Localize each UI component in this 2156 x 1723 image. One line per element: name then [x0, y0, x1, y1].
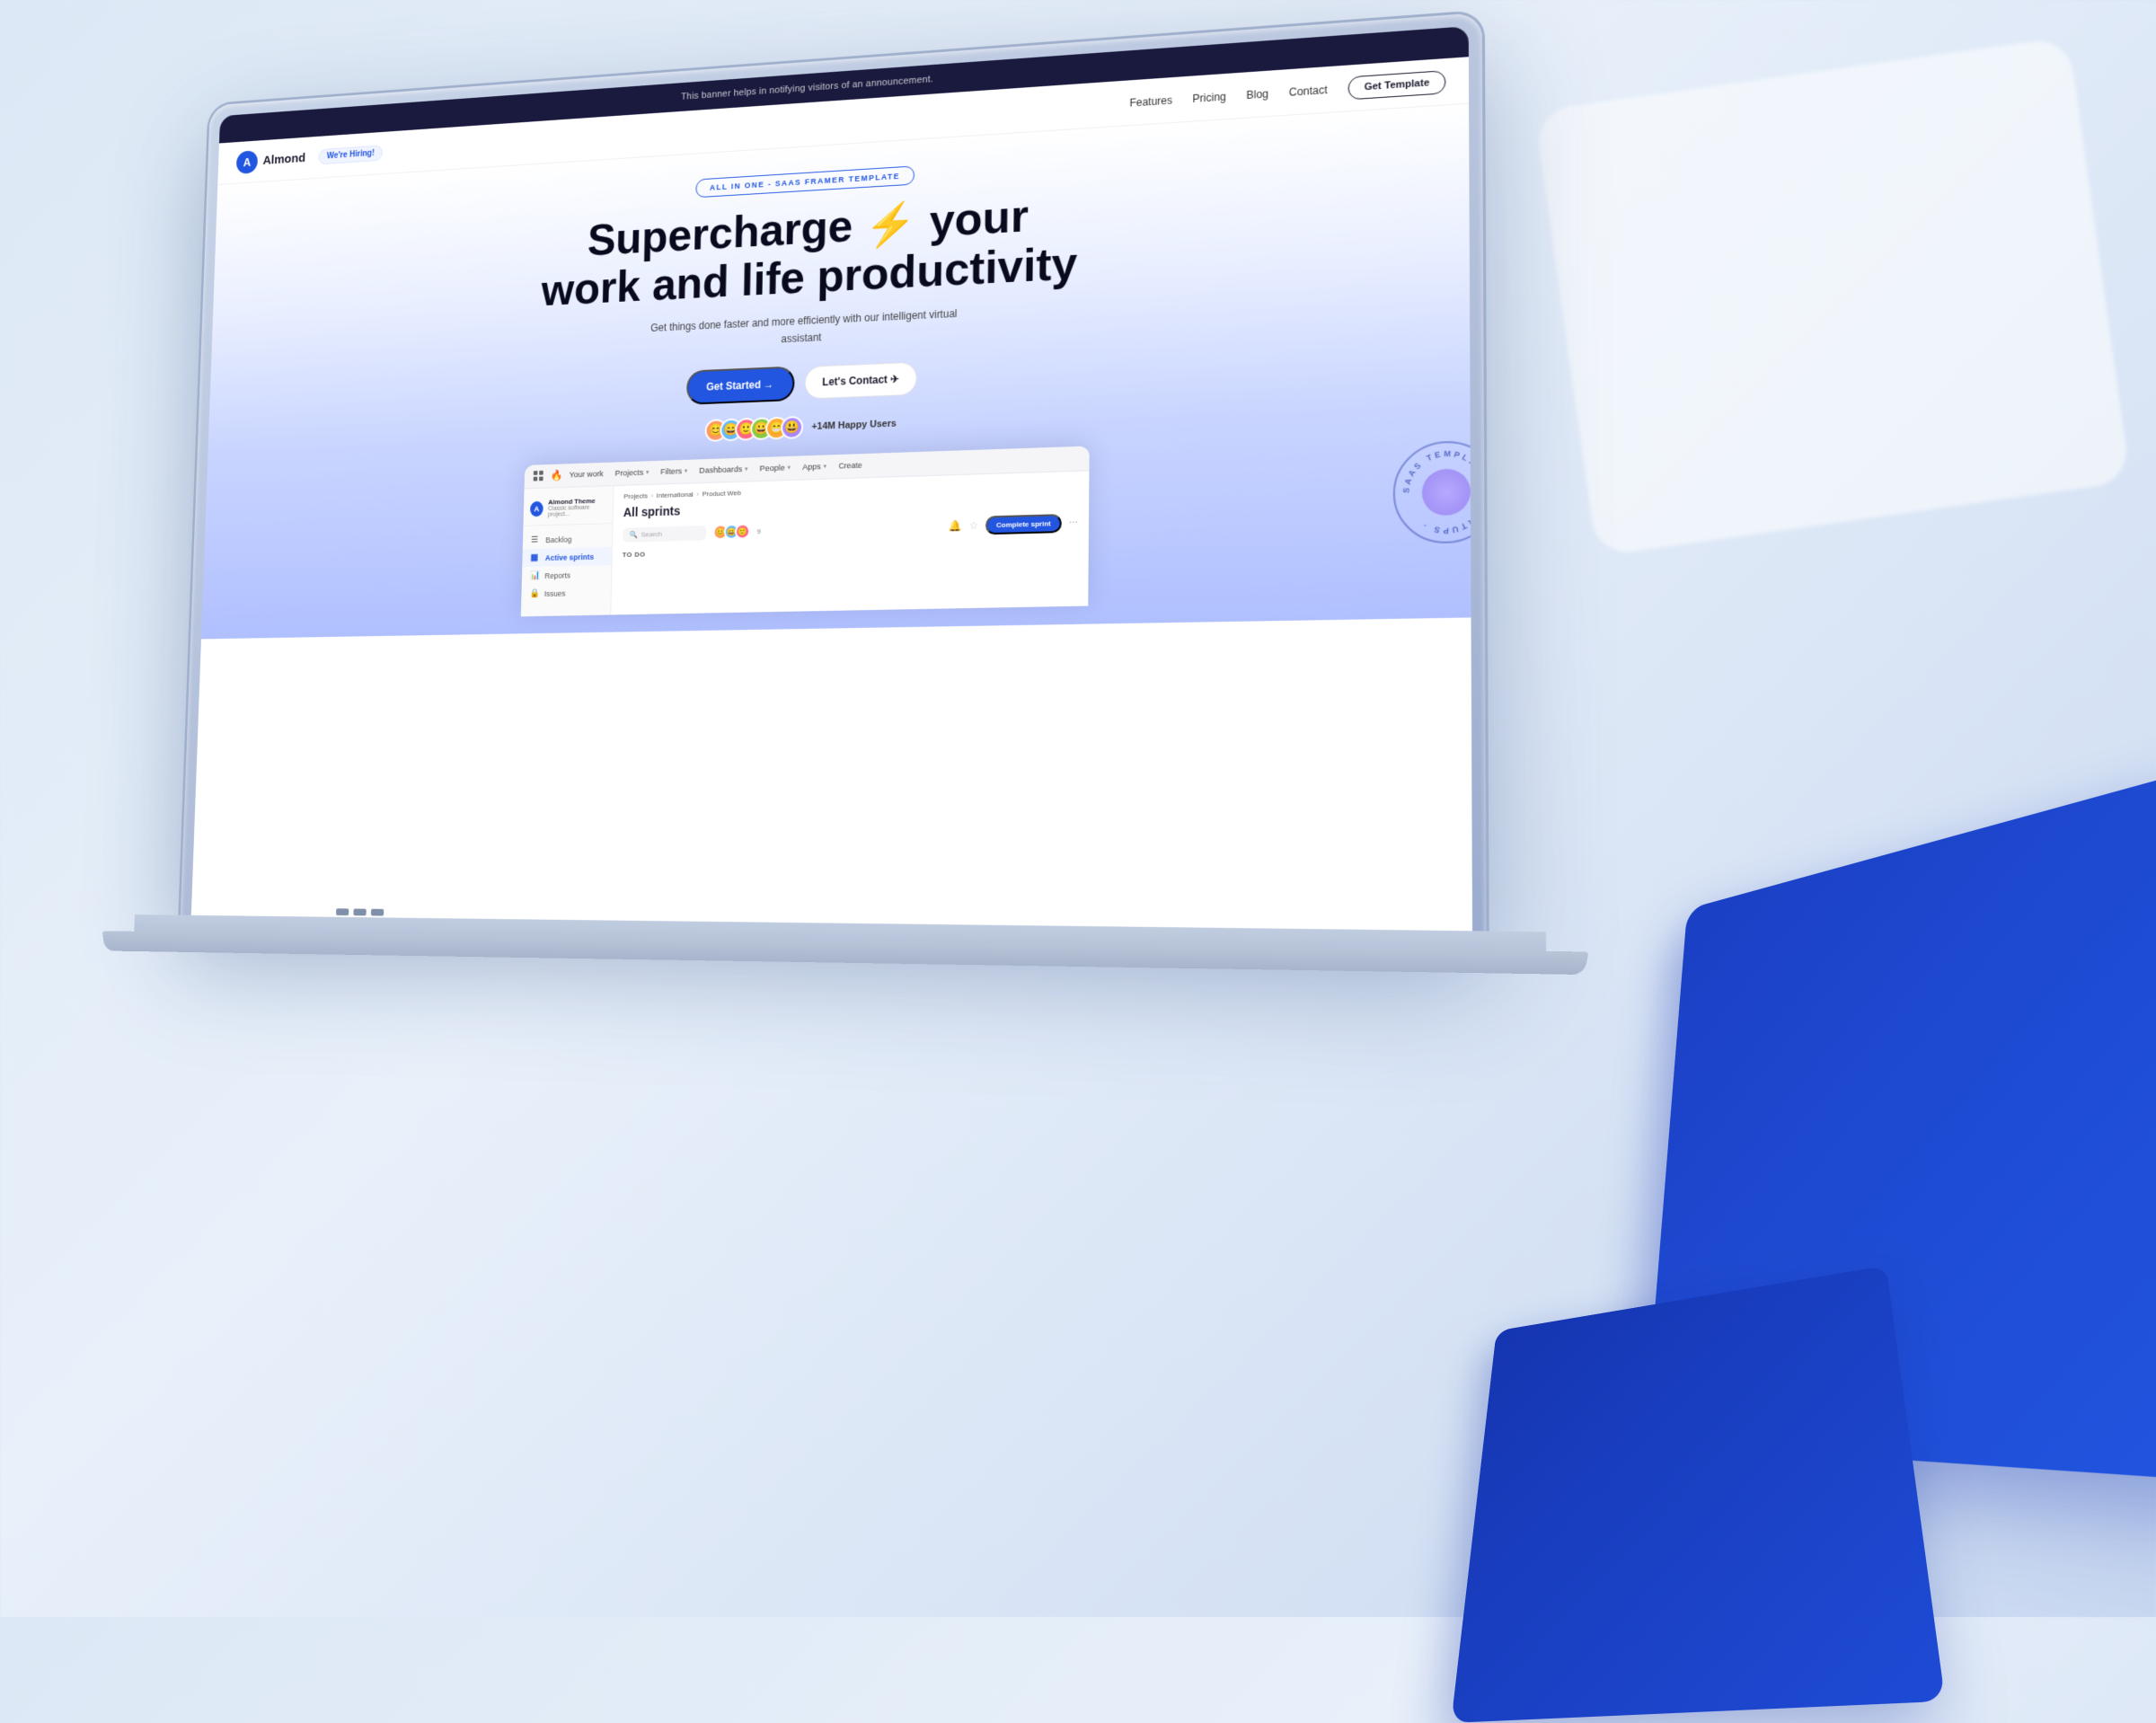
social-count-text: +14M Happy Users [811, 419, 896, 432]
breadcrumb-projects[interactable]: Projects [623, 491, 648, 499]
app-search-input[interactable]: 🔍 Search [623, 526, 706, 543]
hero-section: ALL IN ONE - SAAS FRAMER TEMPLATE Superc… [201, 104, 1471, 639]
saas-badge: SAAS TEMPLATE · STARTUPS · [1393, 439, 1472, 544]
sidebar-user: A Almond Theme Classic software project.… [523, 493, 613, 527]
logo-text: Almond [262, 151, 305, 167]
sidebar-item-active-sprints[interactable]: ▦ Active sprints [522, 547, 612, 567]
lets-contact-button[interactable]: Let's Contact ✈ [804, 361, 917, 399]
nav-blog[interactable]: Blog [1246, 87, 1268, 101]
sidebar-item-issues[interactable]: 🔒 Issues [521, 583, 611, 603]
app-avatar-stack: 😊 😄 🙂 [712, 524, 750, 540]
hero-badge: ALL IN ONE - SAAS FRAMER TEMPLATE [695, 165, 915, 198]
app-mockup: 🔥 Your work Projects ▾ Filters ▾ [521, 446, 1090, 616]
hero-subtitle: Get things done faster and more efficien… [633, 305, 975, 355]
app-main-content: Projects › International › Product Web A… [611, 471, 1089, 614]
sidebar-avatar: A [530, 500, 543, 516]
avatar-6: 😃 [781, 416, 803, 439]
laptop-device: This banner helps in notifying visitors … [158, 0, 1696, 1644]
team-avatar-3: 🙂 [735, 524, 750, 540]
port-1 [336, 908, 349, 915]
get-template-button[interactable]: Get Template [1348, 70, 1446, 100]
logo-icon: A [236, 150, 258, 174]
laptop-ports [336, 908, 384, 915]
sidebar-item-reports[interactable]: 📊 Reports [522, 565, 612, 585]
search-icon: 🔍 [630, 531, 638, 539]
nav-contact[interactable]: Contact [1289, 84, 1328, 99]
nav-links: Features Pricing Blog Contact Get Templa… [1129, 70, 1445, 114]
laptop-body: This banner helps in notifying visitors … [180, 13, 1486, 942]
nav-pricing[interactable]: Pricing [1192, 90, 1225, 104]
app-toolbar: 🔍 Search 😊 😄 🙂 9 🔔 [623, 513, 1078, 543]
sidebar-company-desc: Classic software project... [548, 505, 606, 518]
grid-icon [533, 470, 544, 482]
bolt-icon: ⚡ [865, 202, 917, 251]
app-nav-apps[interactable]: Apps ▾ [802, 462, 826, 473]
port-2 [353, 909, 366, 916]
breadcrumb-international[interactable]: International [657, 490, 694, 499]
share-icon[interactable]: ⋯ [1069, 517, 1078, 527]
reports-icon: 📊 [530, 571, 540, 581]
breadcrumb-product-web[interactable]: Product Web [702, 489, 741, 498]
app-nav: Your work Projects ▾ Filters ▾ [569, 461, 862, 480]
app-nav-yourwork[interactable]: Your work [569, 469, 603, 480]
avatar-stack: 😊 😄 🙂 😀 😁 😃 [704, 416, 803, 442]
screen-bezel: This banner helps in notifying visitors … [190, 26, 1472, 942]
sprint-status-label: TO DO [623, 539, 1078, 558]
app-sidebar: A Almond Theme Classic software project.… [521, 486, 614, 616]
get-started-button[interactable]: Get Started → [685, 366, 794, 404]
sprints-icon: ▦ [530, 553, 540, 563]
star-icon[interactable]: ☆ [969, 519, 979, 532]
fire-icon: 🔥 [551, 469, 563, 482]
social-proof: 😊 😄 🙂 😀 😁 😃 +14M Happy Users [704, 412, 897, 442]
app-nav-filters[interactable]: Filters ▾ [660, 466, 687, 477]
complete-sprint-button[interactable]: Complete sprint [985, 514, 1062, 535]
sidebar-item-backlog[interactable]: ☰ Backlog [523, 529, 613, 550]
notification-bell-icon[interactable]: 🔔 [949, 519, 962, 532]
app-body: A Almond Theme Classic software project.… [521, 471, 1090, 616]
saas-badge-ring: SAAS TEMPLATE · STARTUPS · [1393, 439, 1472, 544]
port-3 [371, 909, 384, 916]
app-nav-dashboards[interactable]: Dashboards ▾ [699, 464, 747, 475]
issues-icon: 🔒 [529, 589, 539, 599]
hiring-badge[interactable]: We're Hiring! [318, 145, 383, 164]
hero-title: Supercharge ⚡ yourwork and life producti… [541, 189, 1078, 316]
svg-text:SAAS TEMPLATE · STARTUPS ·: SAAS TEMPLATE · STARTUPS · [1401, 447, 1472, 535]
website-content: This banner helps in notifying visitors … [190, 26, 1472, 942]
app-nav-create[interactable]: Create [838, 461, 862, 471]
backlog-icon: ☰ [531, 535, 541, 545]
nav-features[interactable]: Features [1129, 93, 1172, 109]
app-nav-projects[interactable]: Projects ▾ [615, 468, 649, 479]
logo: A Almond We're Hiring! [236, 141, 384, 173]
user-count: 9 [757, 527, 761, 535]
hero-buttons: Get Started → Let's Contact ✈ [685, 360, 917, 404]
app-nav-people[interactable]: People ▾ [760, 463, 791, 473]
sidebar-user-info: Almond Theme Classic software project... [548, 497, 606, 518]
saas-badge-text: SAAS TEMPLATE · STARTUPS · [1401, 447, 1472, 535]
